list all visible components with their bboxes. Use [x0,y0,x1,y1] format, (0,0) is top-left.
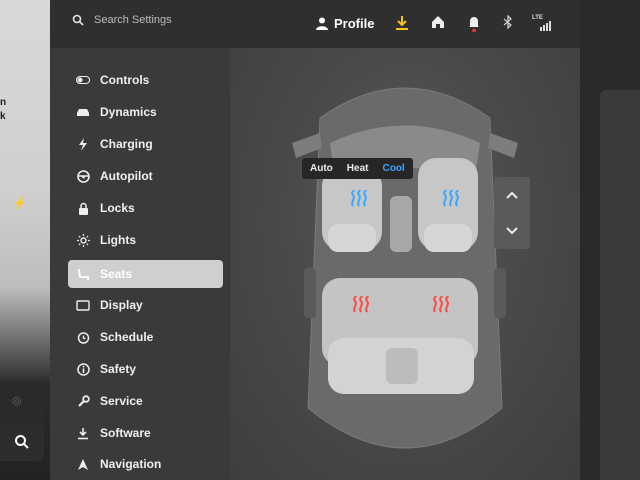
navigation-icon [76,458,90,470]
sidebar-item-schedule[interactable]: Schedule [68,324,223,350]
lock-icon [76,202,90,215]
profile-label: Profile [334,16,375,31]
wrench-icon [76,394,90,408]
sidebar-item-software[interactable]: Software [68,420,223,446]
top-bar: Search Settings Profile LTE [50,0,580,48]
car-top-view [292,87,518,449]
seat-icon [76,268,90,281]
search-icon [15,435,29,449]
volume-icon: ◎ [12,395,22,407]
search-icon [72,14,84,26]
search-bar[interactable]: Search Settings [72,14,172,26]
chevron-up-icon [506,191,518,199]
download-icon [76,427,90,440]
settings-sidebar: Controls Dynamics Charging Autopilot Loc… [50,48,230,480]
bluetooth-icon[interactable] [503,15,513,29]
sidebar-item-label: Controls [100,73,150,87]
chevron-down-icon [506,227,518,235]
sidebar-item-navigation[interactable]: Navigation [68,451,223,477]
sidebar-item-label: Service [100,394,143,408]
mode-heat[interactable]: Heat [347,163,369,174]
sidebar-item-label: Safety [100,362,137,376]
sidebar-item-label: Display [100,298,143,312]
person-icon [316,17,328,30]
left-edge-text-1: n [0,97,7,108]
sidebar-item-label: Dynamics [100,105,157,119]
sidebar-item-dynamics[interactable]: Dynamics [68,99,223,125]
car-icon [76,107,90,117]
lte-signal-icon: LTE [532,15,554,31]
sidebar-item-label: Charging [100,137,153,151]
settings-screen: Search Settings Profile LTE Controls Dyn… [50,0,580,480]
sidebar-item-autopilot[interactable]: Autopilot [68,163,223,189]
arrow-up-button[interactable] [494,177,530,213]
info-icon [76,362,90,376]
sidebar-item-safety[interactable]: Safety [68,356,223,382]
seat-adjust-arrows [494,177,530,249]
left-edge-text-2: k [0,111,6,122]
sidebar-item-seats[interactable]: Seats [68,260,223,288]
front-left-seat-cool-icon[interactable] [349,190,369,208]
right-side-panel [600,90,640,480]
home-icon[interactable] [431,15,445,29]
sidebar-item-label: Schedule [100,330,154,344]
rear-right-seat-heat-icon[interactable] [431,296,451,314]
clock-icon [76,331,90,344]
sidebar-item-locks[interactable]: Locks [68,195,223,221]
steering-wheel-icon [76,169,90,183]
sidebar-item-charging[interactable]: Charging [68,131,223,157]
sidebar-item-display[interactable]: Display [68,292,223,318]
toggle-icon [76,76,90,84]
left-search-button[interactable] [0,423,44,461]
sidebar-item-label: Software [100,426,151,440]
sidebar-item-label: Autopilot [100,169,153,183]
sidebar-item-lights[interactable]: Lights [68,227,223,253]
bolt-icon: ⚡ [12,196,27,210]
sidebar-item-service[interactable]: Service [68,388,223,414]
bolt-icon [76,137,90,151]
rear-left-seat-heat-icon[interactable] [351,296,371,314]
seats-panel: Auto Heat Cool [230,48,580,480]
sidebar-item-label: Seats [100,267,133,281]
mode-cool[interactable]: Cool [382,163,404,174]
sun-icon [76,233,90,247]
front-right-seat-cool-icon[interactable] [441,190,461,208]
search-placeholder: Search Settings [94,14,172,26]
display-icon [76,299,90,311]
sidebar-item-label: Lights [100,233,136,247]
download-icon[interactable] [395,15,409,31]
arrow-down-button[interactable] [494,213,530,249]
sidebar-item-label: Navigation [100,457,162,471]
mode-auto[interactable]: Auto [310,163,333,174]
left-mini-panel[interactable]: ◎ [0,382,44,422]
lte-label: LTE [532,15,543,21]
sidebar-item-label: Locks [100,201,135,215]
profile-button[interactable]: Profile [316,16,374,31]
climate-mode-selector: Auto Heat Cool [302,158,413,179]
sidebar-item-controls[interactable]: Controls [68,67,223,93]
bell-icon[interactable] [468,15,480,33]
